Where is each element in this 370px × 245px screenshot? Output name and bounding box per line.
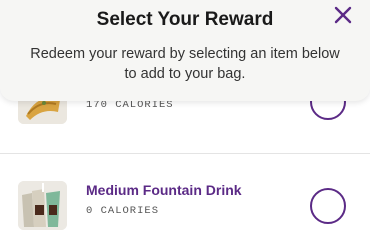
select-radio[interactable]	[310, 188, 346, 224]
fountain-drink-image	[18, 181, 67, 230]
close-icon	[334, 6, 352, 24]
modal-title: Select Your Reward	[96, 9, 274, 30]
divider	[0, 153, 370, 154]
reward-item[interactable]: Medium Fountain Drink 0 CALORIES	[0, 178, 370, 234]
item-calories: 0 CALORIES	[86, 205, 160, 217]
reward-modal-header: Select Your Reward Redeem your reward by…	[0, 0, 370, 101]
modal-subtitle: Redeem your reward by selecting an item …	[30, 46, 340, 82]
item-name: Medium Fountain Drink	[86, 182, 242, 198]
close-button[interactable]	[332, 4, 354, 26]
